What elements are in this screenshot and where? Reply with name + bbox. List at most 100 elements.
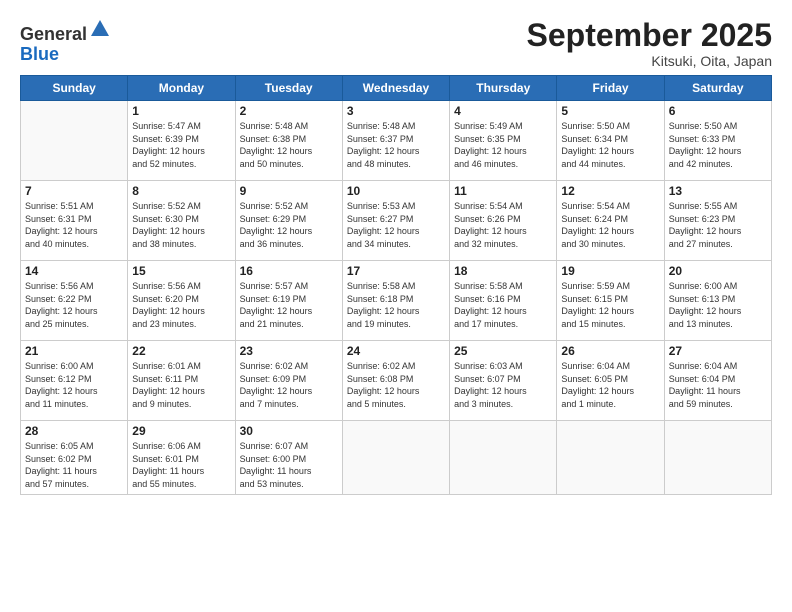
calendar-cell: 22 Sunrise: 6:01 AMSunset: 6:11 PMDayligh… <box>128 341 235 421</box>
date-number: 19 <box>561 264 659 278</box>
calendar-cell: 13Sunrise: 5:55 AMSunset: 6:23 PMDayligh… <box>664 181 771 261</box>
cell-info: Sunrise: 6:02 AMSunset: 6:09 PMDaylight:… <box>240 360 338 410</box>
date-number: 13 <box>669 184 767 198</box>
cell-info: Sunrise: 5:51 AMSunset: 6:31 PMDaylight:… <box>25 200 123 250</box>
calendar-cell: 17 Sunrise: 5:58 AMSunset: 6:18 PMDayligh… <box>342 261 449 341</box>
cell-info: Sunrise: 5:57 AMSunset: 6:19 PMDaylight:… <box>240 280 338 330</box>
calendar-cell: 10 Sunrise: 5:53 AMSunset: 6:27 PMDayligh… <box>342 181 449 261</box>
calendar-week-1: 1 Sunrise: 5:47 AMSunset: 6:39 PMDaylight… <box>21 101 772 181</box>
header-saturday: Saturday <box>664 76 771 101</box>
cell-info: Sunrise: 5:58 AMSunset: 6:18 PMDaylight:… <box>347 280 445 330</box>
calendar-cell: 26 Sunrise: 6:04 AMSunset: 6:05 PMDayligh… <box>557 341 664 421</box>
date-number: 7 <box>25 184 123 198</box>
date-number: 18 <box>454 264 552 278</box>
calendar-cell: 3 Sunrise: 5:48 AMSunset: 6:37 PMDaylight… <box>342 101 449 181</box>
cell-info: Sunrise: 6:07 AMSunset: 6:00 PMDaylight:… <box>240 440 338 490</box>
logo-general: General <box>20 24 87 44</box>
date-number: 5 <box>561 104 659 118</box>
header: General Blue September 2025 Kitsuki, Oit… <box>20 18 772 69</box>
date-number: 6 <box>669 104 767 118</box>
calendar-cell <box>450 421 557 494</box>
calendar-cell: 8Sunrise: 5:52 AMSunset: 6:30 PMDaylight… <box>128 181 235 261</box>
cell-info: Sunrise: 5:54 AMSunset: 6:24 PMDaylight:… <box>561 200 659 250</box>
date-number: 1 <box>132 104 230 118</box>
calendar-cell: 14Sunrise: 5:56 AMSunset: 6:22 PMDayligh… <box>21 261 128 341</box>
header-friday: Friday <box>557 76 664 101</box>
calendar-cell: 4Sunrise: 5:49 AMSunset: 6:35 PMDaylight… <box>450 101 557 181</box>
page: General Blue September 2025 Kitsuki, Oit… <box>0 0 792 612</box>
cell-info: Sunrise: 6:00 AMSunset: 6:13 PMDaylight:… <box>669 280 767 330</box>
cell-info: Sunrise: 6:00 AMSunset: 6:12 PMDaylight:… <box>25 360 123 410</box>
day-header-row: Sunday Monday Tuesday Wednesday Thursday… <box>21 76 772 101</box>
calendar-cell: 18Sunrise: 5:58 AMSunset: 6:16 PMDayligh… <box>450 261 557 341</box>
cell-info: Sunrise: 6:03 AMSunset: 6:07 PMDaylight:… <box>454 360 552 410</box>
header-wednesday: Wednesday <box>342 76 449 101</box>
calendar-cell: 27 Sunrise: 6:04 AMSunset: 6:04 PMDayligh… <box>664 341 771 421</box>
cell-info: Sunrise: 6:02 AMSunset: 6:08 PMDaylight:… <box>347 360 445 410</box>
header-monday: Monday <box>128 76 235 101</box>
calendar-cell: 9 Sunrise: 5:52 AMSunset: 6:29 PMDaylight… <box>235 181 342 261</box>
date-number: 22 <box>132 344 230 358</box>
header-tuesday: Tuesday <box>235 76 342 101</box>
calendar-cell: 30 Sunrise: 6:07 AMSunset: 6:00 PMDayligh… <box>235 421 342 494</box>
calendar-cell: 23Sunrise: 6:02 AMSunset: 6:09 PMDayligh… <box>235 341 342 421</box>
calendar-cell: 25Sunrise: 6:03 AMSunset: 6:07 PMDayligh… <box>450 341 557 421</box>
calendar-cell <box>342 421 449 494</box>
date-number: 27 <box>669 344 767 358</box>
logo-icon <box>89 18 111 40</box>
calendar-cell: 19 Sunrise: 5:59 AMSunset: 6:15 PMDayligh… <box>557 261 664 341</box>
date-number: 2 <box>240 104 338 118</box>
cell-info: Sunrise: 5:54 AMSunset: 6:26 PMDaylight:… <box>454 200 552 250</box>
cell-info: Sunrise: 5:48 AMSunset: 6:37 PMDaylight:… <box>347 120 445 170</box>
calendar-week-2: 7 Sunrise: 5:51 AMSunset: 6:31 PMDaylight… <box>21 181 772 261</box>
calendar-cell: 16Sunrise: 5:57 AMSunset: 6:19 PMDayligh… <box>235 261 342 341</box>
cell-info: Sunrise: 6:06 AMSunset: 6:01 PMDaylight:… <box>132 440 230 490</box>
date-number: 10 <box>347 184 445 198</box>
date-number: 9 <box>240 184 338 198</box>
date-number: 21 <box>25 344 123 358</box>
title-block: September 2025 Kitsuki, Oita, Japan <box>527 18 772 69</box>
cell-info: Sunrise: 5:50 AMSunset: 6:33 PMDaylight:… <box>669 120 767 170</box>
calendar-week-3: 14Sunrise: 5:56 AMSunset: 6:22 PMDayligh… <box>21 261 772 341</box>
header-sunday: Sunday <box>21 76 128 101</box>
date-number: 4 <box>454 104 552 118</box>
cell-info: Sunrise: 5:52 AMSunset: 6:30 PMDaylight:… <box>132 200 230 250</box>
date-number: 26 <box>561 344 659 358</box>
cell-info: Sunrise: 5:59 AMSunset: 6:15 PMDaylight:… <box>561 280 659 330</box>
cell-info: Sunrise: 6:01 AMSunset: 6:11 PMDaylight:… <box>132 360 230 410</box>
calendar-cell <box>557 421 664 494</box>
cell-info: Sunrise: 5:50 AMSunset: 6:34 PMDaylight:… <box>561 120 659 170</box>
cell-info: Sunrise: 5:53 AMSunset: 6:27 PMDaylight:… <box>347 200 445 250</box>
calendar-cell <box>21 101 128 181</box>
cell-info: Sunrise: 5:47 AMSunset: 6:39 PMDaylight:… <box>132 120 230 170</box>
date-number: 11 <box>454 184 552 198</box>
calendar-cell: 7 Sunrise: 5:51 AMSunset: 6:31 PMDaylight… <box>21 181 128 261</box>
cell-info: Sunrise: 5:56 AMSunset: 6:20 PMDaylight:… <box>132 280 230 330</box>
calendar-cell: 1 Sunrise: 5:47 AMSunset: 6:39 PMDaylight… <box>128 101 235 181</box>
calendar-cell: 24Sunrise: 6:02 AMSunset: 6:08 PMDayligh… <box>342 341 449 421</box>
cell-info: Sunrise: 6:04 AMSunset: 6:04 PMDaylight:… <box>669 360 767 410</box>
calendar-cell: 20 Sunrise: 6:00 AMSunset: 6:13 PMDayligh… <box>664 261 771 341</box>
month-title: September 2025 <box>527 18 772 53</box>
calendar-cell: 5 Sunrise: 5:50 AMSunset: 6:34 PMDaylight… <box>557 101 664 181</box>
calendar-cell: 2 Sunrise: 5:48 AMSunset: 6:38 PMDaylight… <box>235 101 342 181</box>
date-number: 30 <box>240 424 338 438</box>
date-number: 29 <box>132 424 230 438</box>
cell-info: Sunrise: 5:48 AMSunset: 6:38 PMDaylight:… <box>240 120 338 170</box>
cell-info: Sunrise: 6:04 AMSunset: 6:05 PMDaylight:… <box>561 360 659 410</box>
calendar-cell: 6 Sunrise: 5:50 AMSunset: 6:33 PMDaylight… <box>664 101 771 181</box>
calendar-cell: 11 Sunrise: 5:54 AMSunset: 6:26 PMDayligh… <box>450 181 557 261</box>
location: Kitsuki, Oita, Japan <box>527 53 772 69</box>
calendar-cell: 12Sunrise: 5:54 AMSunset: 6:24 PMDayligh… <box>557 181 664 261</box>
calendar-cell: 28Sunrise: 6:05 AMSunset: 6:02 PMDayligh… <box>21 421 128 494</box>
date-number: 17 <box>347 264 445 278</box>
cell-info: Sunrise: 5:52 AMSunset: 6:29 PMDaylight:… <box>240 200 338 250</box>
cell-info: Sunrise: 5:56 AMSunset: 6:22 PMDaylight:… <box>25 280 123 330</box>
calendar-cell: 29 Sunrise: 6:06 AMSunset: 6:01 PMDayligh… <box>128 421 235 494</box>
date-number: 20 <box>669 264 767 278</box>
calendar-cell: 15Sunrise: 5:56 AMSunset: 6:20 PMDayligh… <box>128 261 235 341</box>
calendar-week-4: 21 Sunrise: 6:00 AMSunset: 6:12 PMDayligh… <box>21 341 772 421</box>
logo: General Blue <box>20 18 111 65</box>
date-number: 3 <box>347 104 445 118</box>
header-thursday: Thursday <box>450 76 557 101</box>
